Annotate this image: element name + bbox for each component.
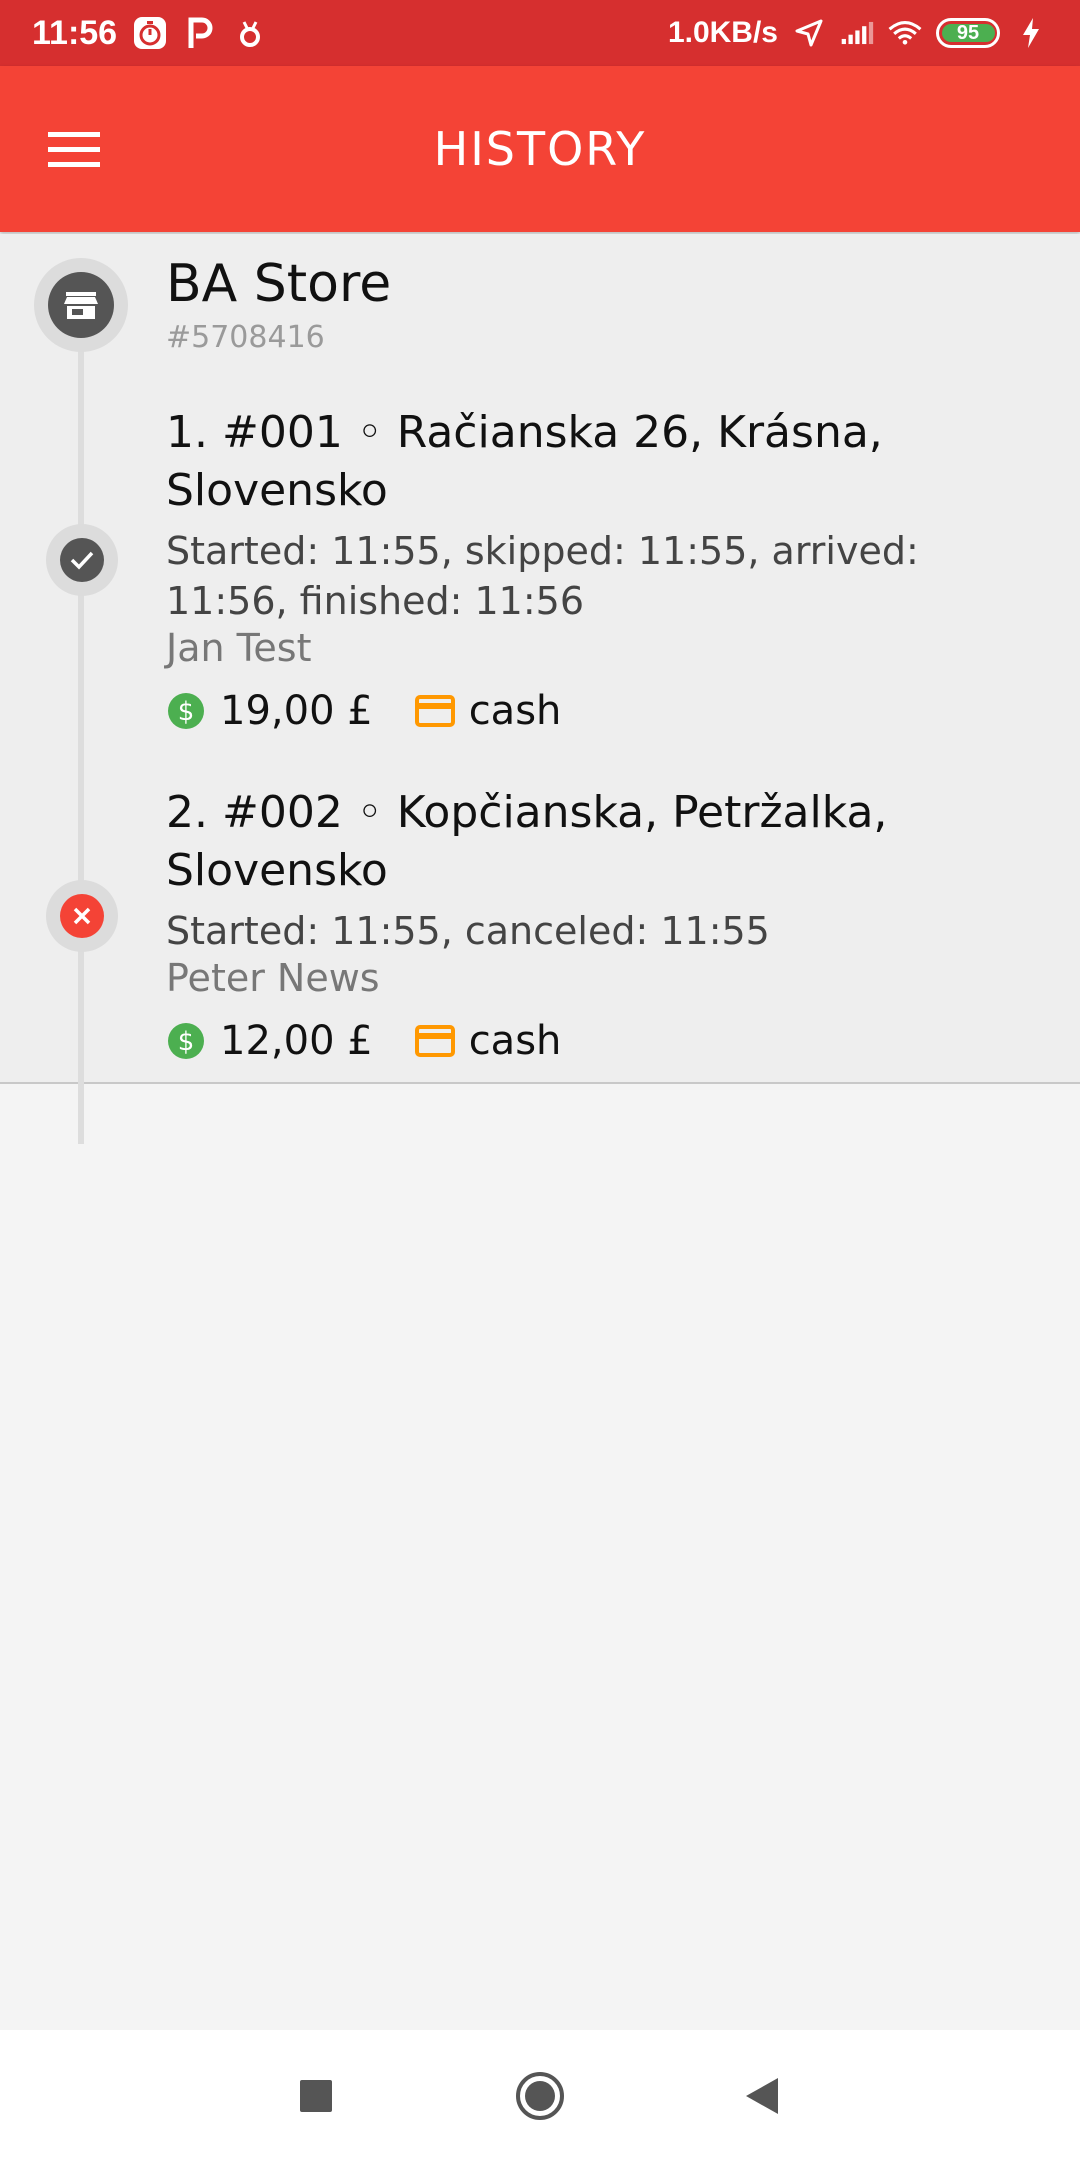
battery-level: 95 [956,21,980,44]
store-icon [48,272,114,338]
close-icon [60,894,104,938]
network-speed: 1.0KB/s [667,16,778,49]
stop-payment: cash [468,688,562,734]
stop-payment: cash [468,1018,562,1064]
check-icon [60,538,104,582]
stop-person: Peter News [166,956,380,1000]
status-time: 11:56 [32,13,118,52]
bug-icon [233,16,267,50]
stop-status-node-canceled [46,880,118,952]
page-title: HISTORY [433,122,647,176]
dollar-icon: $ [166,1021,206,1061]
stop-meta: $ 19,00 £ cash [166,688,1046,734]
back-button[interactable] [732,2066,792,2126]
store-name: BA Store [166,254,392,314]
recent-apps-button[interactable] [286,2066,346,2126]
store-id: #5708416 [166,320,325,355]
stop-times: Started: 11:55, skipped: 11:55, arrived:… [166,529,919,623]
system-nav-bar [0,2030,1080,2160]
stop-meta: $ 12,00 £ cash [166,1018,1046,1064]
stop-person: Jan Test [166,626,312,670]
wifi-icon [888,16,922,50]
stop-times: Started: 11:55, canceled: 11:55 [166,909,770,953]
store-node [34,258,128,352]
stop-title: 1. #001 ◦ Račianska 26, Krásna, Slovensk… [166,407,883,516]
app-bar: HISTORY [0,66,1080,232]
stop-item[interactable]: 1. #001 ◦ Račianska 26, Krásna, Slovensk… [166,404,1046,734]
status-bar: 11:56 1.0KB/s 95 [0,0,1080,66]
charging-icon [1014,16,1048,50]
svg-text:$: $ [178,697,195,727]
home-button[interactable] [510,2066,570,2126]
stop-item[interactable]: 2. #002 ◦ Kopčianska, Petržalka, Slovens… [166,784,1046,1064]
stop-amount: 12,00 £ [220,1018,373,1064]
credit-card-icon [414,695,455,727]
parking-icon [183,16,217,50]
stop-amount: 19,00 £ [220,688,373,734]
credit-card-icon [414,1025,455,1057]
timeline-line [78,304,84,1144]
history-card[interactable]: BA Store #5708416 1. #001 ◦ Račianska 26… [0,234,1080,1144]
signal-icon [840,16,874,50]
stopwatch-app-icon [133,16,167,50]
stop-title: 2. #002 ◦ Kopčianska, Petržalka, Slovens… [166,787,888,896]
dollar-icon: $ [166,691,206,731]
battery-icon: 95 [936,18,1000,48]
location-arrow-icon [792,16,826,50]
hamburger-menu-icon[interactable] [40,116,108,184]
stop-status-node-completed [46,524,118,596]
svg-text:$: $ [178,1027,195,1057]
